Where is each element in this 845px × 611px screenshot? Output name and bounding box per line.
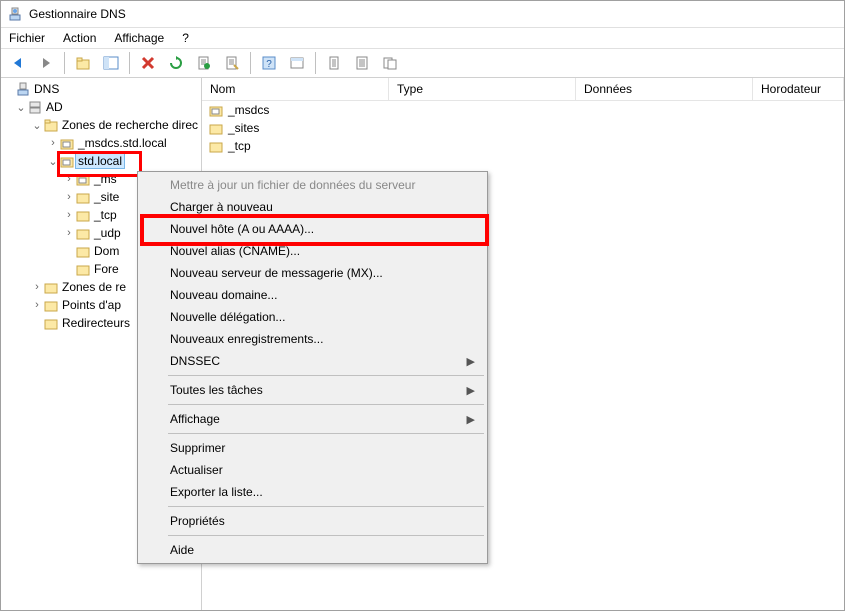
menubar: Fichier Action Affichage ? xyxy=(1,27,844,48)
ctx-delete[interactable]: Supprimer xyxy=(140,437,485,459)
list-item-label: _tcp xyxy=(228,139,251,153)
properties-button[interactable] xyxy=(219,50,245,76)
folder-icon xyxy=(75,189,91,205)
help-button[interactable]: ? xyxy=(256,50,282,76)
menu-separator xyxy=(168,535,484,536)
menu-fichier[interactable]: Fichier xyxy=(7,29,47,47)
ctx-reload[interactable]: Charger à nouveau xyxy=(140,196,485,218)
ctx-properties[interactable]: Propriétés xyxy=(140,510,485,532)
back-button[interactable] xyxy=(5,50,31,76)
export-button[interactable] xyxy=(191,50,217,76)
folder-icon xyxy=(208,120,224,136)
menu-help[interactable]: ? xyxy=(180,29,191,47)
expand-icon[interactable]: › xyxy=(47,137,59,149)
list-header: Nom Type Données Horodateur xyxy=(202,78,844,101)
new-zone-button[interactable] xyxy=(377,50,403,76)
folder-icon xyxy=(43,297,59,313)
titlebar: Gestionnaire DNS xyxy=(1,1,844,27)
refresh-button[interactable] xyxy=(163,50,189,76)
ctx-new-host[interactable]: Nouvel hôte (A ou AAAA)... xyxy=(140,218,485,240)
ctx-export-list[interactable]: Exporter la liste... xyxy=(140,481,485,503)
zone-icon xyxy=(208,102,224,118)
up-button[interactable] xyxy=(70,50,96,76)
tree-root-dns[interactable]: DNS xyxy=(1,80,201,98)
list-item[interactable]: _sites xyxy=(202,119,844,137)
folder-icon xyxy=(43,279,59,295)
folder-icon xyxy=(43,117,59,133)
set-aging-button[interactable] xyxy=(349,50,375,76)
svg-text:?: ? xyxy=(266,59,272,70)
ctx-all-tasks[interactable]: Toutes les tâches▶ xyxy=(140,379,485,401)
new-record-button[interactable] xyxy=(321,50,347,76)
show-hide-tree-button[interactable] xyxy=(98,50,124,76)
expand-icon[interactable]: › xyxy=(63,191,75,203)
zone-icon xyxy=(59,153,75,169)
ctx-update-server-data-file: Mettre à jour un fichier de données du s… xyxy=(140,174,485,196)
expand-icon[interactable]: › xyxy=(63,227,75,239)
ctx-new-mx[interactable]: Nouveau serveur de messagerie (MX)... xyxy=(140,262,485,284)
column-donnees[interactable]: Données xyxy=(576,78,753,100)
context-menu: Mettre à jour un fichier de données du s… xyxy=(137,171,488,564)
zone-icon xyxy=(59,135,75,151)
dns-icon xyxy=(15,81,31,97)
tree-zone-stdlocal[interactable]: ⌄ std.local xyxy=(1,152,201,170)
ctx-new-domain[interactable]: Nouveau domaine... xyxy=(140,284,485,306)
list-item-label: _sites xyxy=(228,121,259,135)
folder-icon xyxy=(208,138,224,154)
column-nom[interactable]: Nom xyxy=(202,78,389,100)
menu-affichage[interactable]: Affichage xyxy=(112,29,166,47)
app-icon xyxy=(7,6,23,22)
folder-icon xyxy=(75,243,91,259)
tree-server-ad[interactable]: ⌄ AD xyxy=(1,98,201,116)
menu-separator xyxy=(168,506,484,507)
toolbar: ? xyxy=(1,48,844,78)
window-title: Gestionnaire DNS xyxy=(29,7,126,21)
expand-icon[interactable]: › xyxy=(63,209,75,221)
filter-button[interactable] xyxy=(284,50,310,76)
list-item-label: _msdcs xyxy=(228,103,269,117)
forward-button[interactable] xyxy=(33,50,59,76)
submenu-arrow-icon: ▶ xyxy=(467,384,475,397)
menu-separator xyxy=(168,375,484,376)
ctx-view[interactable]: Affichage▶ xyxy=(140,408,485,430)
folder-icon xyxy=(75,207,91,223)
menu-separator xyxy=(168,433,484,434)
submenu-arrow-icon: ▶ xyxy=(467,355,475,368)
submenu-arrow-icon: ▶ xyxy=(467,413,475,426)
ctx-help[interactable]: Aide xyxy=(140,539,485,561)
list-item[interactable]: _tcp xyxy=(202,137,844,155)
collapse-icon[interactable]: ⌄ xyxy=(31,119,43,132)
tree-zone-msdcs[interactable]: › _msdcs.std.local xyxy=(1,134,201,152)
server-icon xyxy=(27,99,43,115)
collapse-icon[interactable]: ⌄ xyxy=(15,101,27,114)
folder-icon xyxy=(75,261,91,277)
folder-icon xyxy=(43,315,59,331)
menu-separator xyxy=(168,404,484,405)
expand-icon[interactable]: › xyxy=(63,173,75,185)
ctx-new-alias[interactable]: Nouvel alias (CNAME)... xyxy=(140,240,485,262)
column-horodateur[interactable]: Horodateur xyxy=(753,78,844,100)
menu-action[interactable]: Action xyxy=(61,29,98,47)
ctx-new-records[interactable]: Nouveaux enregistrements... xyxy=(140,328,485,350)
ctx-refresh[interactable]: Actualiser xyxy=(140,459,485,481)
folder-icon xyxy=(75,225,91,241)
collapse-icon[interactable]: ⌄ xyxy=(47,155,59,168)
ctx-dnssec[interactable]: DNSSEC▶ xyxy=(140,350,485,372)
column-type[interactable]: Type xyxy=(389,78,576,100)
tree-forward-zones[interactable]: ⌄ Zones de recherche direc xyxy=(1,116,201,134)
expand-icon[interactable]: › xyxy=(31,281,43,293)
ctx-new-delegation[interactable]: Nouvelle délégation... xyxy=(140,306,485,328)
expand-icon[interactable]: › xyxy=(31,299,43,311)
list-item[interactable]: _msdcs xyxy=(202,101,844,119)
zone-icon xyxy=(75,171,91,187)
delete-button[interactable] xyxy=(135,50,161,76)
